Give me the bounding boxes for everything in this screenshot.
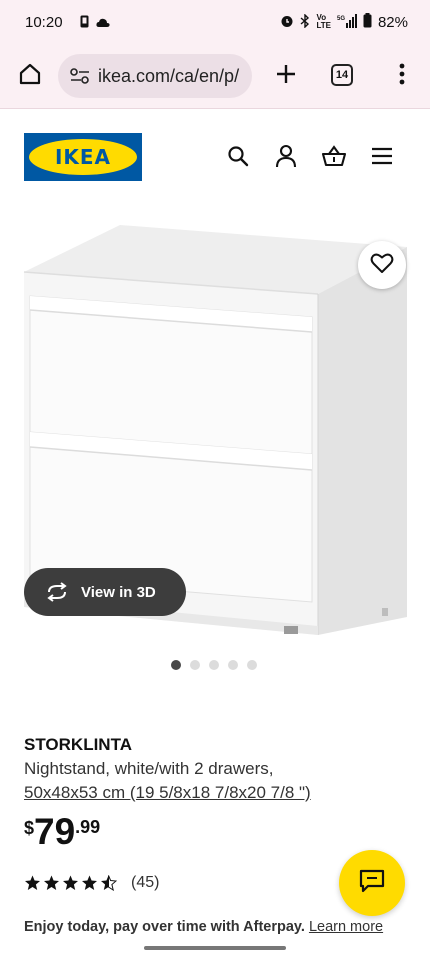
plus-icon xyxy=(275,63,297,90)
price-decimal: .99 xyxy=(75,817,101,837)
user-icon xyxy=(275,144,297,173)
star-icon xyxy=(25,875,40,890)
signal-icon: 5G xyxy=(337,13,357,31)
search-icon xyxy=(227,145,249,172)
product-description: Nightstand, white/with 2 drawers, xyxy=(24,759,274,778)
hamburger-icon xyxy=(371,147,393,170)
price-currency: $ xyxy=(24,818,35,838)
price-integer: 79 xyxy=(34,811,76,852)
cart-button[interactable] xyxy=(321,144,347,172)
main-menu-button[interactable] xyxy=(369,145,395,171)
status-bar: 10:20 Vo LTE 5G 82% xyxy=(0,0,430,46)
gesture-bar[interactable] xyxy=(144,946,286,950)
favourite-button[interactable] xyxy=(358,241,406,289)
afterpay-message: Enjoy today, pay over time with Afterpay… xyxy=(24,919,383,935)
rotate-3d-icon xyxy=(44,581,70,603)
ikea-logo[interactable]: IKEA xyxy=(24,133,142,181)
address-bar[interactable]: ikea.com/ca/en/p/ xyxy=(58,54,252,98)
alarm-icon xyxy=(280,14,294,31)
url-text: ikea.com/ca/en/p/ xyxy=(98,65,240,86)
home-button[interactable] xyxy=(14,60,46,92)
site-settings-icon[interactable] xyxy=(68,64,92,88)
battery-percent: 82% xyxy=(377,13,408,31)
rating-stars xyxy=(24,875,117,891)
chat-button[interactable] xyxy=(339,850,405,916)
afterpay-learn-more-link[interactable]: Learn more xyxy=(309,919,383,935)
product-size-link[interactable]: 50x48x53 cm (19 5/8x18 7/8x20 7/8 ") xyxy=(24,783,311,803)
star-icon xyxy=(44,875,59,890)
status-time: 10:20 xyxy=(25,14,63,31)
account-button[interactable] xyxy=(273,144,299,173)
view-in-3d-label: View in 3D xyxy=(81,583,156,601)
heart-icon xyxy=(370,252,394,279)
carousel-dot[interactable] xyxy=(190,660,200,670)
image-carousel-dots xyxy=(171,660,257,670)
volte-icon: Vo LTE xyxy=(316,13,331,30)
star-icon xyxy=(63,875,78,890)
shopping-basket-icon xyxy=(321,144,347,172)
review-count: (45) xyxy=(131,874,160,891)
home-icon xyxy=(18,62,42,91)
product-rating[interactable]: (45) xyxy=(24,874,159,892)
view-in-3d-button[interactable]: View in 3D xyxy=(24,568,186,616)
carousel-dot[interactable] xyxy=(247,660,257,670)
browser-menu-button[interactable] xyxy=(392,60,412,92)
svg-text:5G: 5G xyxy=(337,16,345,22)
bluetooth-icon xyxy=(300,12,310,31)
tab-switcher-button[interactable]: 14 xyxy=(331,64,353,86)
battery-icon xyxy=(363,13,372,31)
logo-text: IKEA xyxy=(54,145,112,169)
star-icon xyxy=(82,875,97,890)
product-price: $ 79 .99 xyxy=(24,812,100,852)
carousel-dot[interactable] xyxy=(171,660,181,670)
browser-toolbar: ikea.com/ca/en/p/ 14 xyxy=(0,46,430,109)
carousel-dot[interactable] xyxy=(209,660,219,670)
afterpay-text: Enjoy today, pay over time with Afterpay… xyxy=(24,919,305,935)
half-star-icon xyxy=(101,875,117,891)
phone-notification-icon xyxy=(80,15,89,33)
new-tab-button[interactable] xyxy=(270,60,302,92)
search-button[interactable] xyxy=(225,145,251,171)
more-vertical-icon xyxy=(399,63,405,90)
carousel-dot[interactable] xyxy=(228,660,238,670)
product-name: STORKLINTA xyxy=(24,735,132,754)
cloud-icon xyxy=(96,15,110,33)
chat-icon xyxy=(359,869,385,898)
